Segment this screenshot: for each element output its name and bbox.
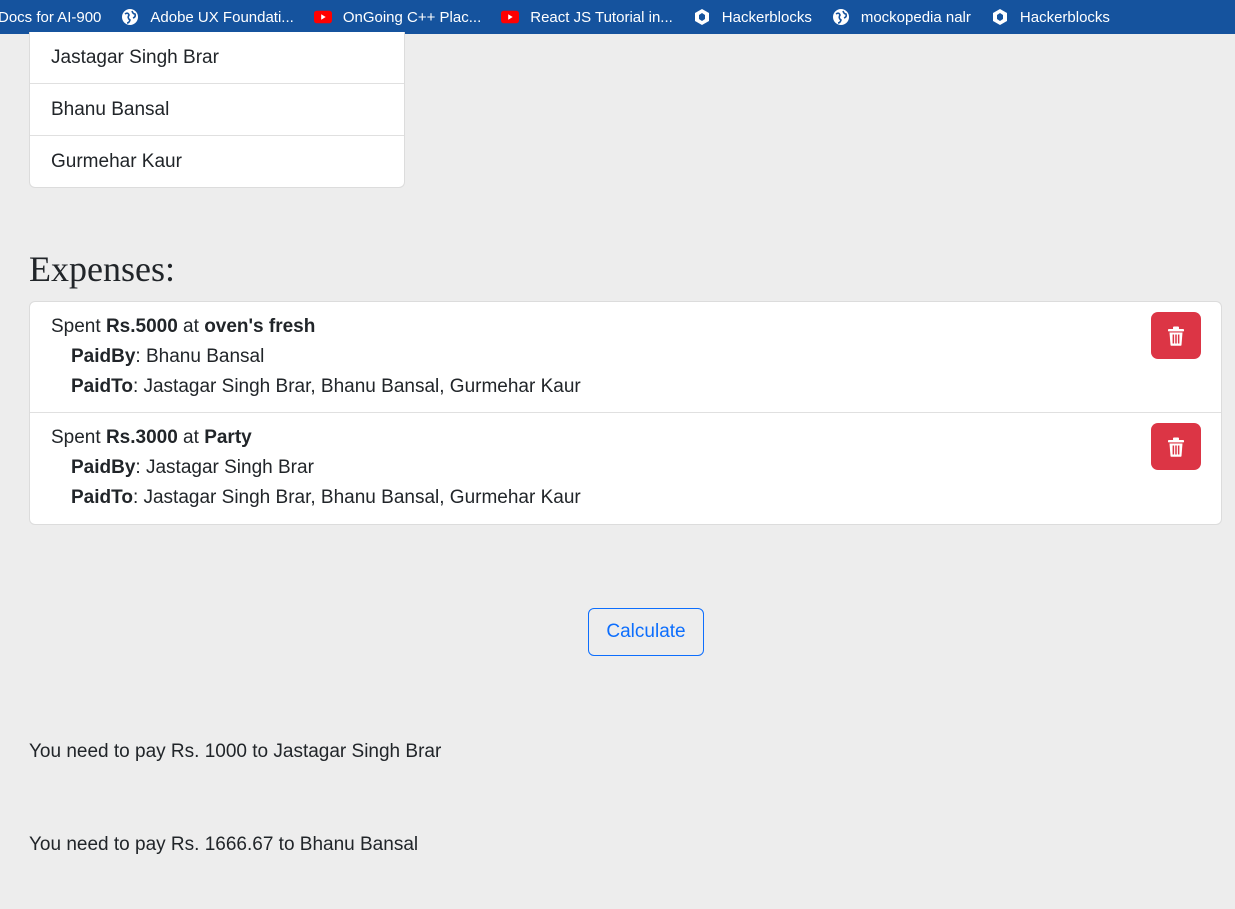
bookmark-ongoing-cpp[interactable]: OnGoing C++ Plac...: [313, 6, 482, 28]
delete-expense-button[interactable]: [1151, 312, 1201, 359]
expense-amount: Rs.3000: [105, 427, 178, 448]
youtube-icon: [501, 8, 520, 26]
trash-icon: [1168, 437, 1184, 457]
bookmark-hackerblocks-1[interactable]: Hackerblocks: [693, 6, 812, 28]
expenses-list: Spent Rs.5000 at oven's fresh PaidBy: Bh…: [29, 301, 1222, 525]
expense-paid-by: PaidBy: Jastagar Singh Brar: [71, 457, 314, 478]
bookmark-label: React JS Tutorial in...: [530, 8, 673, 26]
expense-place: Party: [204, 427, 252, 448]
bookmark-adobe-ux[interactable]: Adobe UX Foundati...: [121, 6, 294, 28]
globe-icon: [121, 8, 139, 26]
bookmark-label: Hackerblocks: [1019, 8, 1110, 26]
payment-result: You need to pay Rs. 1000 to Jastagar Sin…: [29, 741, 442, 762]
members-list: Jastagar Singh Brar Bhanu Bansal Gurmeha…: [29, 32, 405, 188]
bookmark-label: OnGoing C++ Plac...: [342, 8, 482, 26]
expense-summary: Spent Rs.5000 at oven's fresh: [51, 316, 316, 337]
bookmark-label: Hackerblocks: [721, 8, 812, 26]
bookmark-label: Docs for AI-900: [0, 8, 102, 26]
expense-summary: Spent Rs.3000 at Party: [51, 427, 252, 448]
delete-expense-button[interactable]: [1151, 423, 1201, 470]
expense-item: Spent Rs.5000 at oven's fresh PaidBy: Bh…: [30, 302, 1221, 413]
hackerblocks-icon: [991, 8, 1009, 26]
expenses-heading: Expenses:: [29, 249, 175, 289]
expense-item: Spent Rs.3000 at Party PaidBy: Jastagar …: [30, 413, 1221, 524]
member-item: Bhanu Bansal: [30, 84, 404, 136]
youtube-icon: [313, 8, 332, 26]
bookmark-label: Adobe UX Foundati...: [150, 8, 294, 26]
expense-paid-to: PaidTo: Jastagar Singh Brar, Bhanu Bansa…: [71, 376, 581, 397]
bookmark-react-js[interactable]: React JS Tutorial in...: [501, 6, 673, 28]
member-item: Gurmehar Kaur: [51, 151, 182, 172]
expense-paid-to: PaidTo: Jastagar Singh Brar, Bhanu Bansa…: [71, 487, 581, 508]
bookmark-label: mockopedia nalr: [860, 8, 971, 26]
bookmarks-bar: Docs for AI-900 Adobe UX Foundati... OnG…: [0, 0, 1235, 34]
member-item: Jastagar Singh Brar: [30, 32, 404, 84]
calculate-button[interactable]: Calculate: [588, 608, 704, 656]
expense-amount: Rs.5000: [105, 316, 178, 337]
trash-icon: [1168, 326, 1184, 346]
payment-result: You need to pay Rs. 1666.67 to Bhanu Ban…: [29, 834, 419, 855]
expense-place: oven's fresh: [204, 316, 316, 337]
bookmark-hackerblocks-2[interactable]: Hackerblocks: [991, 6, 1110, 28]
bookmark-mockopedia[interactable]: mockopedia nalr: [832, 6, 971, 28]
bookmark-docs-ai900[interactable]: Docs for AI-900: [0, 6, 101, 28]
expense-paid-by: PaidBy: Bhanu Bansal: [71, 346, 265, 367]
hackerblocks-icon: [693, 8, 711, 26]
globe-icon: [832, 8, 850, 26]
